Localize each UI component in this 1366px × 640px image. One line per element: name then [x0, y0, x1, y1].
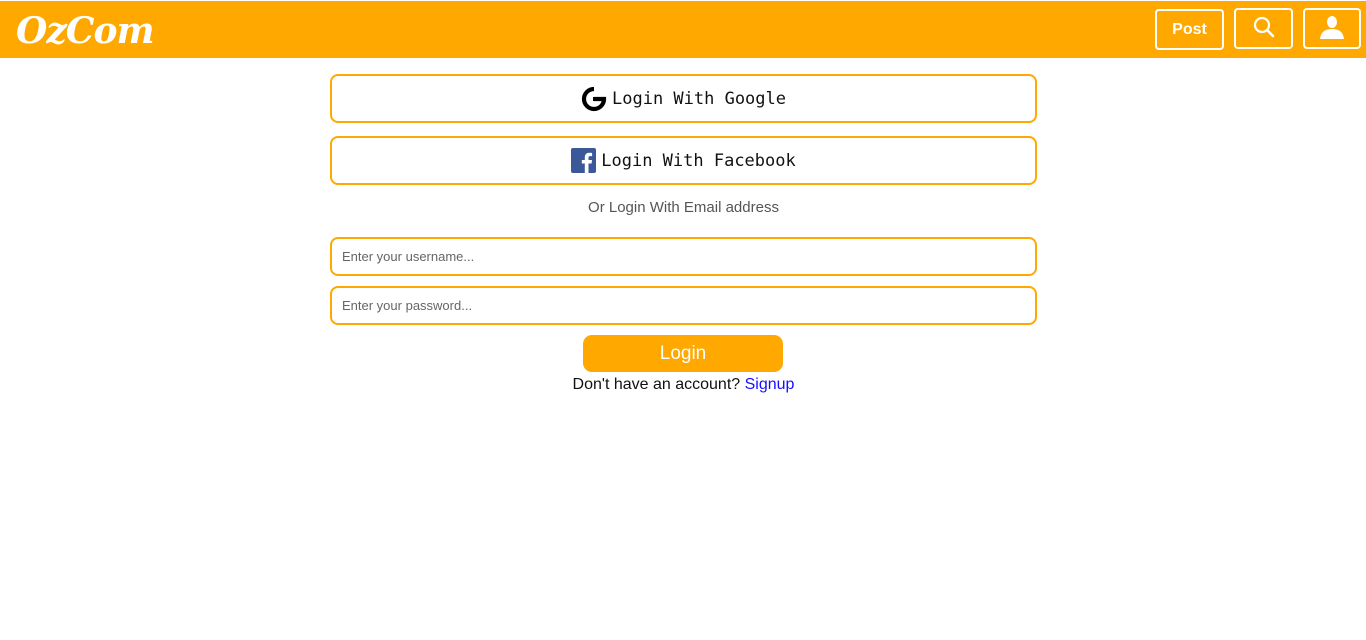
user-icon: [1319, 15, 1345, 42]
or-email-divider-text: Or Login With Email address: [588, 199, 779, 216]
login-button[interactable]: Login: [583, 335, 783, 372]
no-account-text: Don't have an account?: [572, 376, 741, 393]
password-input[interactable]: [330, 286, 1037, 325]
google-icon: [581, 86, 607, 112]
search-button[interactable]: [1234, 8, 1293, 49]
login-google-button[interactable]: Login With Google: [330, 74, 1037, 123]
login-facebook-label: Login With Facebook: [601, 150, 796, 171]
facebook-icon: [571, 148, 597, 173]
top-navbar: OzCom Post: [0, 1, 1366, 58]
search-icon: [1253, 16, 1275, 41]
login-facebook-button[interactable]: Login With Facebook: [330, 136, 1037, 185]
login-google-label: Login With Google: [612, 88, 786, 109]
user-account-button[interactable]: [1303, 8, 1361, 49]
username-input[interactable]: [330, 237, 1037, 276]
site-logo[interactable]: OzCom: [16, 9, 155, 53]
signup-link[interactable]: Signup: [745, 376, 795, 393]
signup-prompt: Don't have an account? Signup: [330, 376, 1037, 394]
post-button[interactable]: Post: [1155, 9, 1224, 50]
